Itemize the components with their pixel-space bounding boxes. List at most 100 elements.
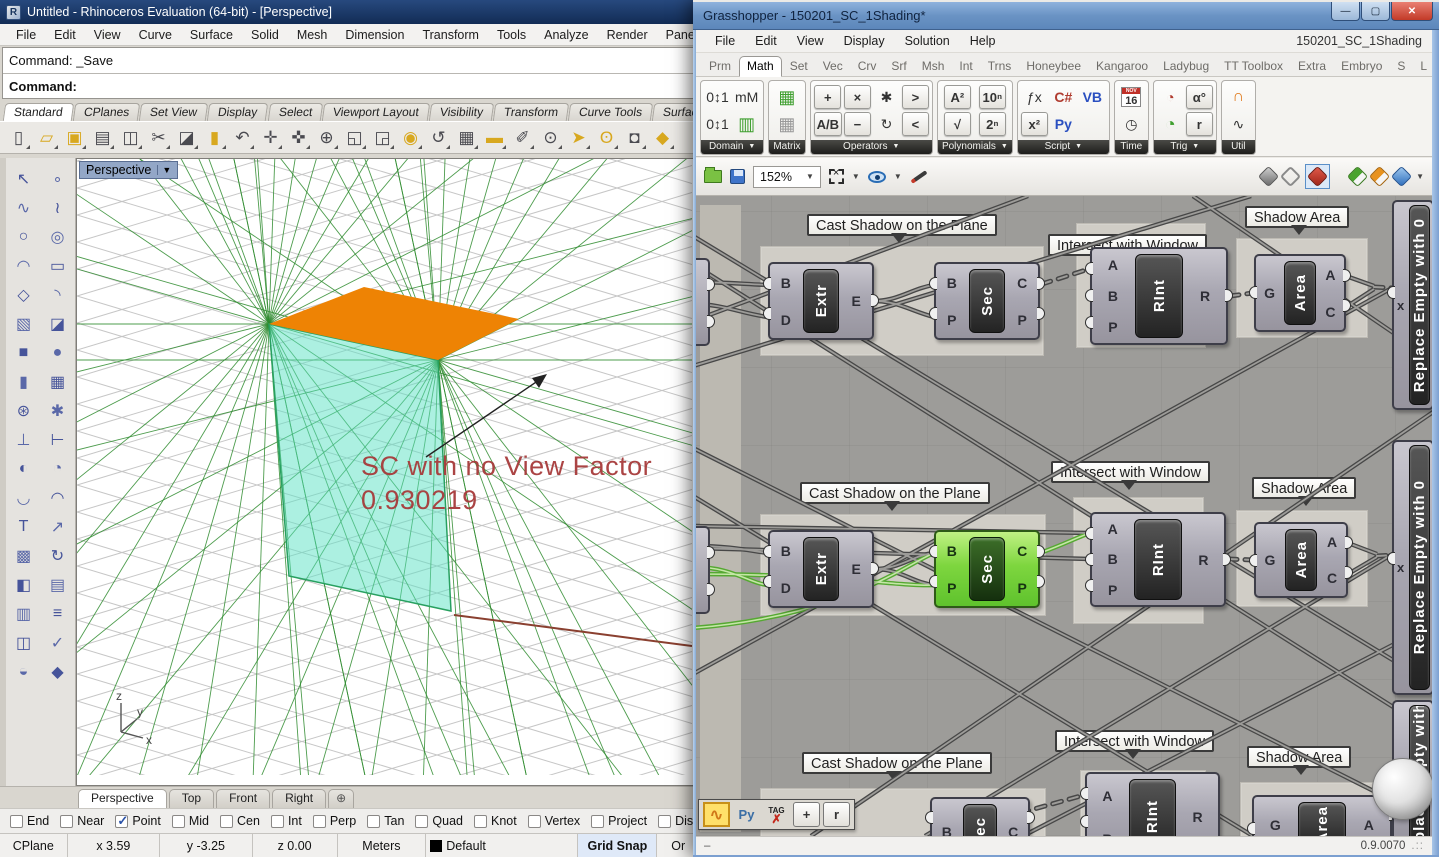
osnap-toggle[interactable]: Knot: [474, 814, 517, 828]
component-tab[interactable]: Msh: [915, 57, 952, 76]
menu-item[interactable]: Solid: [243, 26, 287, 44]
input-port[interactable]: P: [1108, 319, 1117, 335]
autocad-export-icon[interactable]: ▬: [482, 125, 507, 150]
viewport-tab[interactable]: Front: [216, 789, 270, 808]
menu-item[interactable]: Help: [961, 32, 1005, 50]
division-icon[interactable]: A/B: [814, 112, 842, 136]
input-nub[interactable]: [1080, 815, 1088, 828]
extrude-icon[interactable]: ▤: [41, 570, 75, 599]
viewport-tab[interactable]: Perspective: [78, 789, 167, 808]
toolbar-tab[interactable]: Set View: [139, 103, 209, 121]
osnap-toggle[interactable]: Tan: [367, 814, 404, 828]
input-port[interactable]: G: [1264, 552, 1275, 568]
menu-item[interactable]: Edit: [746, 32, 786, 50]
array-icon[interactable]: ▥: [7, 599, 41, 628]
menu-item[interactable]: Curve: [131, 26, 180, 44]
output-port[interactable]: P: [1018, 312, 1027, 328]
osnap-toggle[interactable]: Mid: [172, 814, 209, 828]
layer-cell[interactable]: Default: [426, 834, 578, 857]
print-icon[interactable]: ▤: [90, 125, 115, 150]
viewport-tab[interactable]: Right: [272, 789, 326, 808]
undo-icon[interactable]: ↶: [230, 125, 255, 150]
calendar-icon[interactable]: 16: [1121, 87, 1141, 107]
input-nub[interactable]: [763, 575, 771, 588]
addition-icon[interactable]: +: [814, 85, 841, 109]
construct-matrix-icon[interactable]: ▦: [773, 85, 800, 109]
input-nub[interactable]: [929, 277, 937, 290]
color-icon[interactable]: ◐: [7, 454, 41, 483]
input-port[interactable]: x: [1397, 560, 1404, 575]
input-port[interactable]: B: [942, 824, 952, 836]
component-tab[interactable]: L: [1413, 57, 1434, 76]
move-object-icon[interactable]: ↗: [41, 512, 75, 541]
similarity-icon[interactable]: ✱: [873, 85, 900, 109]
component-name-capsule[interactable]: Replace Empty with 0: [1409, 205, 1430, 405]
component-name-capsule[interactable]: Area: [1298, 802, 1347, 836]
area-component[interactable]: G Area AC: [1254, 254, 1346, 332]
menu-item[interactable]: File: [8, 26, 44, 44]
output-port[interactable]: E: [852, 293, 861, 309]
checkbox[interactable]: [271, 815, 284, 828]
interpolate-icon[interactable]: ∿: [1225, 112, 1252, 136]
remove-tag-icon[interactable]: TAG✗: [763, 802, 790, 827]
command-input[interactable]: Command:: [3, 73, 697, 98]
component-tab[interactable]: Vec: [816, 57, 850, 76]
perspective-viewport[interactable]: z y x Perspective ▼ SC with no View Fact…: [76, 158, 700, 786]
input-nub[interactable]: [1085, 527, 1093, 540]
input-nub[interactable]: [1085, 579, 1093, 592]
ellipse-icon[interactable]: ◎: [41, 222, 75, 251]
input-nub[interactable]: [763, 307, 771, 320]
input-port[interactable]: B: [1108, 551, 1118, 567]
menu-item[interactable]: Surface: [182, 26, 241, 44]
output-port[interactable]: R: [1200, 288, 1210, 304]
area-component[interactable]: G Area AC: [1254, 522, 1348, 598]
menu-item[interactable]: File: [706, 32, 744, 50]
osnap-toggle[interactable]: End: [10, 814, 49, 828]
save-icon[interactable]: ▣: [62, 125, 87, 150]
rhino-titlebar[interactable]: R Untitled - Rhinoceros Evaluation (64-b…: [0, 0, 700, 24]
input-nub[interactable]: [763, 545, 771, 558]
sketch-tool-icon[interactable]: ∿: [703, 802, 730, 827]
toolbar-tab[interactable]: CPlanes: [72, 103, 140, 121]
group-label[interactable]: Polynomials▼: [938, 140, 1012, 154]
region-intersection-component[interactable]: ABP RInt R: [1090, 512, 1226, 607]
open-file-icon[interactable]: [704, 170, 722, 183]
viewport-tab[interactable]: Top: [169, 789, 214, 808]
input-port[interactable]: P: [947, 312, 956, 328]
component-name-capsule[interactable]: Extr: [803, 537, 840, 601]
component-tab[interactable]: Set: [783, 57, 815, 76]
input-port[interactable]: P: [1108, 582, 1117, 598]
vb-script-icon[interactable]: VB: [1079, 85, 1106, 109]
replace-empty-component[interactable]: x Replace Empty with 0: [1392, 200, 1432, 410]
output-port[interactable]: A: [1364, 817, 1374, 833]
component-name-capsule[interactable]: Extr: [803, 269, 840, 333]
component-tab[interactable]: Crv: [851, 57, 884, 76]
group-label[interactable]: Util▼: [1222, 140, 1255, 154]
checkbox[interactable]: [474, 815, 487, 828]
add-icon[interactable]: +: [793, 802, 820, 827]
osnap-toggle[interactable]: Int: [271, 814, 302, 828]
output-port[interactable]: A: [1325, 267, 1335, 283]
output-port[interactable]: E: [852, 561, 861, 577]
units-cell[interactable]: Meters: [338, 834, 427, 857]
toolbar-tab[interactable]: Visibility: [429, 103, 495, 121]
output-port[interactable]: C: [1325, 304, 1335, 320]
render-icon[interactable]: ◆: [41, 657, 75, 686]
group-label[interactable]: Time▼: [1115, 140, 1148, 154]
patch-icon[interactable]: ◪: [41, 309, 75, 338]
input-port[interactable]: B: [781, 275, 791, 291]
menu-item[interactable]: Analyze: [536, 26, 596, 44]
python-script-icon[interactable]: Py: [1050, 112, 1077, 136]
box-icon[interactable]: ■: [7, 338, 41, 367]
shaded-view-icon[interactable]: ◒: [7, 657, 41, 686]
toolbar-tab[interactable]: Viewport Layout: [322, 103, 430, 121]
component-tab[interactable]: S: [1390, 57, 1412, 76]
arc-icon[interactable]: ◠: [7, 251, 41, 280]
linear-array-icon[interactable]: ≡: [41, 599, 75, 628]
layers-icon[interactable]: ◫: [7, 628, 41, 657]
degrees-gauge-icon[interactable]: ◔: [1157, 85, 1184, 109]
group-label[interactable]: Matrix▼: [769, 140, 804, 154]
component-tab[interactable]: Embryo: [1334, 57, 1389, 76]
input-nub[interactable]: [929, 545, 937, 558]
deconstruct-matrix-icon[interactable]: ▦: [773, 112, 800, 136]
